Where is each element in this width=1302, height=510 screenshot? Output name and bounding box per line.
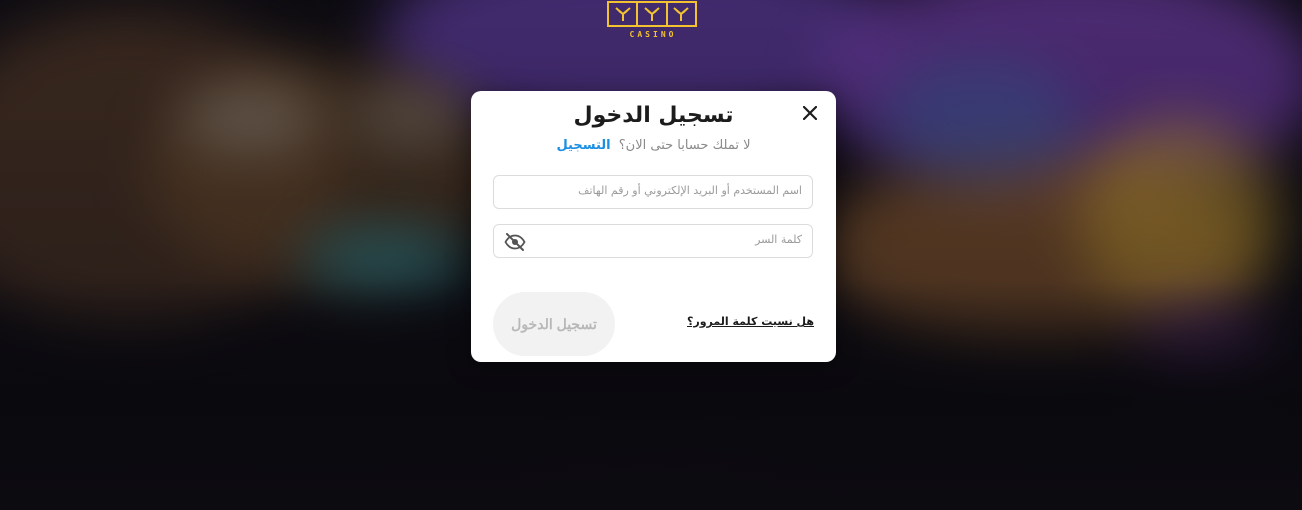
logo-text: CASINO <box>629 30 677 39</box>
logo-y-icon <box>638 3 668 25</box>
password-field[interactable]: كلمة السر <box>493 224 813 258</box>
register-prompt: لا تملك حسابا حتى الان؟ التسجيل <box>471 138 836 153</box>
casino-logo[interactable]: CASINO <box>607 0 699 42</box>
login-modal: تسجيل الدخول لا تملك حسابا حتى الان؟ الت… <box>471 91 836 362</box>
eye-off-icon[interactable] <box>504 233 526 251</box>
logo-y-icon <box>609 3 639 25</box>
register-prompt-text: لا تملك حسابا حتى الان؟ <box>618 138 751 153</box>
username-placeholder: اسم المستخدم أو البريد الإلكتروني أو رقم… <box>578 184 802 197</box>
logo-y-icon <box>668 3 695 25</box>
password-placeholder: كلمة السر <box>755 233 802 246</box>
register-link[interactable]: التسجيل <box>556 138 610 153</box>
username-field[interactable]: اسم المستخدم أو البريد الإلكتروني أو رقم… <box>493 175 813 209</box>
login-button[interactable]: تسجيل الدخول <box>493 292 615 356</box>
forgot-password-link[interactable]: هل نسيت كلمة المرور؟ <box>687 315 814 328</box>
modal-title: تسجيل الدخول <box>573 103 734 128</box>
logo-mark <box>607 1 697 27</box>
